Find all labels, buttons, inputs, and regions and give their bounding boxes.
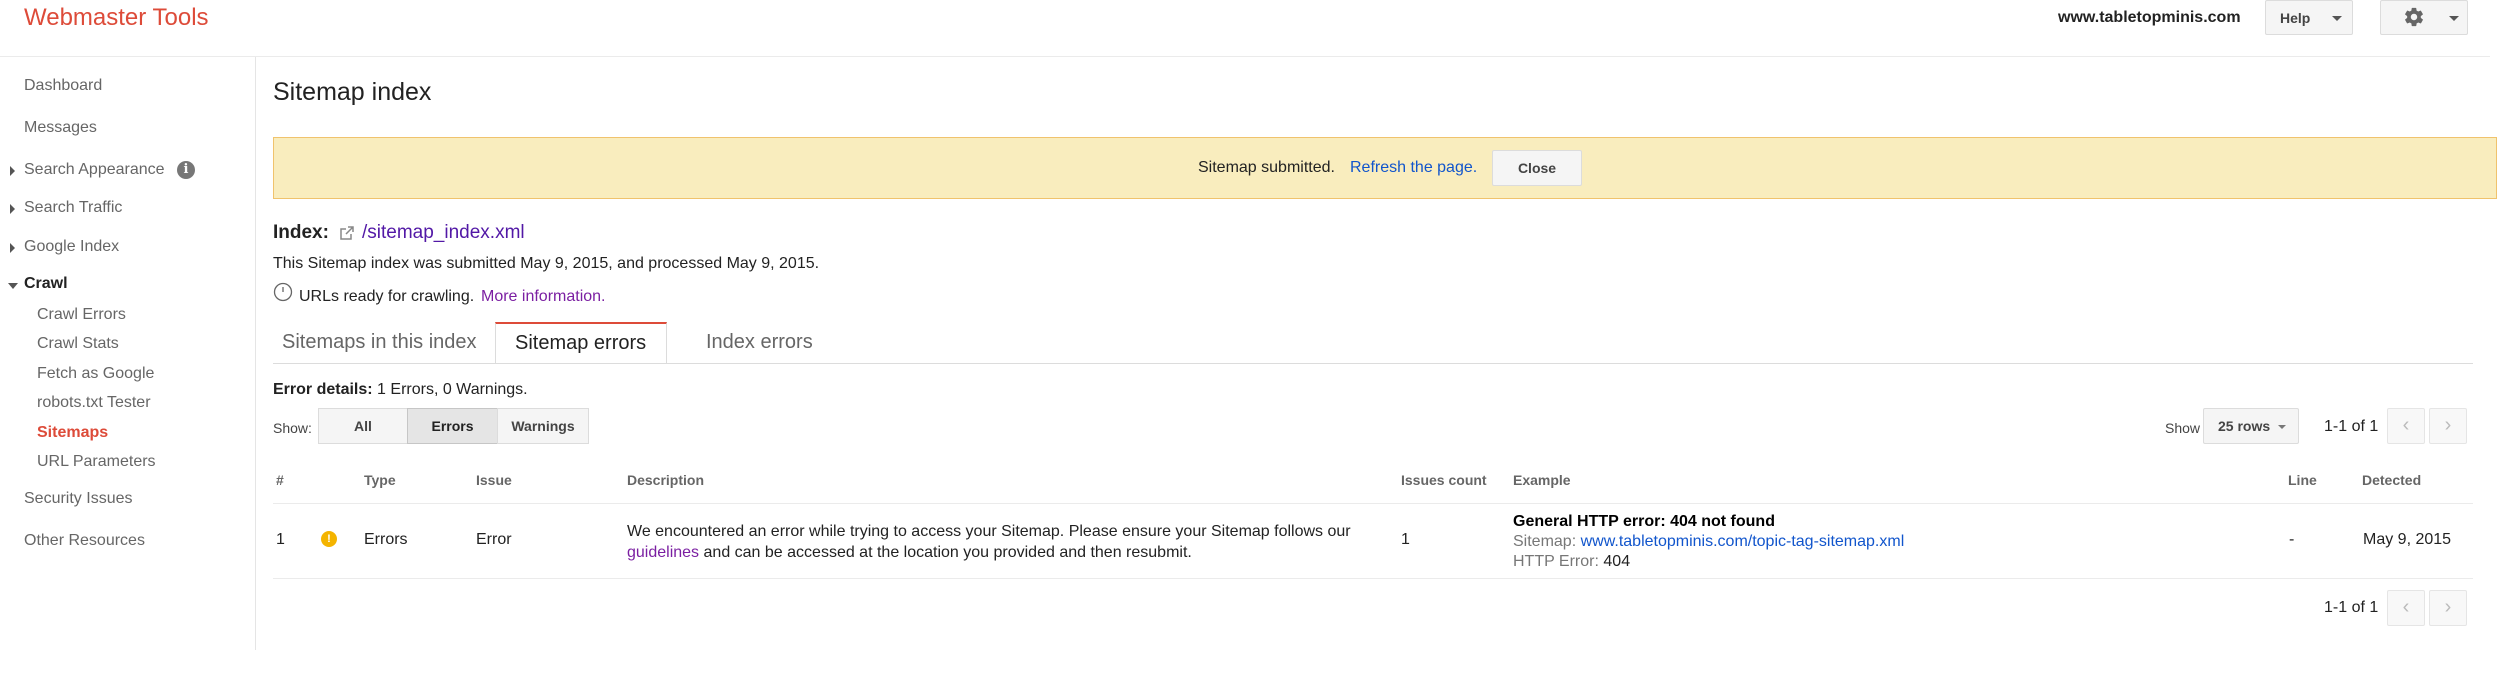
- notification-banner: Sitemap submitted. Refresh the page. Clo…: [273, 137, 2497, 199]
- row-description: We encountered an error while trying to …: [627, 521, 1387, 563]
- close-button[interactable]: Close: [1492, 150, 1582, 186]
- filter-all-button[interactable]: All: [318, 408, 408, 444]
- submitted-info: This Sitemap index was submitted May 9, …: [273, 255, 820, 272]
- sidebar-item-messages[interactable]: Messages: [24, 119, 97, 137]
- header-divider: [0, 56, 2490, 57]
- example-http-value: 404: [1603, 553, 1631, 570]
- sidebar-item-url-parameters[interactable]: URL Parameters: [37, 453, 156, 471]
- example-http-error: HTTP Error: 404: [1513, 553, 1630, 571]
- pager-count: 1-1 of 1: [2324, 418, 2379, 435]
- column-header-detected[interactable]: Detected: [2362, 472, 2421, 488]
- sidebar-item-search-appearance[interactable]: Search Appearance: [24, 161, 165, 179]
- more-information-link[interactable]: More information.: [481, 288, 606, 306]
- page-title: Sitemap index: [273, 78, 432, 106]
- info-icon[interactable]: i: [177, 161, 195, 179]
- sidebar-item-other-resources[interactable]: Other Resources: [24, 532, 145, 550]
- tab-sitemap-errors[interactable]: Sitemap errors: [515, 332, 646, 355]
- example-http-label: HTTP Error:: [1513, 553, 1599, 570]
- row-number: 1: [276, 531, 285, 548]
- sidebar: [0, 57, 256, 650]
- sidebar-item-search-traffic[interactable]: Search Traffic: [24, 199, 122, 217]
- sidebar-item-crawl[interactable]: Crawl: [24, 275, 68, 293]
- tab-index-errors[interactable]: Index errors: [706, 331, 813, 354]
- column-header-issue[interactable]: Issue: [476, 472, 512, 488]
- index-label: Index:: [273, 222, 329, 243]
- banner-message: Sitemap submitted.: [1198, 159, 1335, 176]
- expand-arrow-icon[interactable]: [10, 166, 15, 176]
- tab-sitemaps-in-index[interactable]: Sitemaps in this index: [282, 331, 477, 354]
- row-type: Errors: [364, 531, 408, 548]
- example-title: General HTTP error: 404 not found: [1513, 513, 1775, 530]
- sitemap-index-link[interactable]: /sitemap_index.xml: [362, 222, 525, 244]
- next-page-button[interactable]: ›: [2429, 408, 2467, 444]
- header-divider: [273, 503, 2473, 504]
- sidebar-item-dashboard[interactable]: Dashboard: [24, 77, 102, 95]
- error-details-label: Error details:: [273, 381, 373, 398]
- chevron-down-icon: [2449, 16, 2459, 21]
- external-link-icon[interactable]: [340, 226, 354, 240]
- column-header-description[interactable]: Description: [627, 472, 704, 488]
- rows-per-page-value: 25 rows: [2218, 418, 2271, 434]
- gear-icon: [2405, 7, 2423, 27]
- column-header-type[interactable]: Type: [364, 472, 396, 488]
- prev-page-button-bottom[interactable]: ‹: [2387, 590, 2425, 626]
- sidebar-item-google-index[interactable]: Google Index: [24, 238, 119, 256]
- expand-arrow-icon[interactable]: [10, 243, 15, 253]
- next-page-button-bottom[interactable]: ›: [2429, 590, 2467, 626]
- rows-show-label: Show: [2165, 420, 2201, 436]
- example-sitemap-link[interactable]: www.tabletopminis.com/topic-tag-sitemap.…: [1581, 533, 1905, 550]
- row-issue: Error: [476, 531, 512, 548]
- chevron-down-icon: [2278, 425, 2286, 429]
- column-header-issues-count[interactable]: Issues count: [1401, 472, 1487, 488]
- warning-icon: !: [321, 531, 337, 547]
- row-issues-count: 1: [1401, 531, 1410, 548]
- sidebar-item-crawl-stats[interactable]: Crawl Stats: [37, 335, 119, 353]
- help-button-label: Help: [2280, 10, 2311, 26]
- urls-ready-text: URLs ready for crawling.: [299, 288, 475, 305]
- guidelines-link[interactable]: guidelines: [627, 544, 699, 561]
- pager-count-bottom: 1-1 of 1: [2324, 599, 2379, 616]
- row-detected: May 9, 2015: [2363, 531, 2452, 548]
- app-logo[interactable]: Webmaster Tools: [24, 4, 209, 32]
- show-label: Show:: [273, 420, 312, 436]
- row-divider: [273, 578, 2473, 579]
- tabs-divider: [273, 363, 2473, 364]
- error-details: Error details: 1 Errors, 0 Warnings.: [273, 381, 528, 399]
- description-text-end: and can be accessed at the location you …: [703, 544, 1192, 561]
- clock-icon: [273, 282, 293, 302]
- filter-warnings-button[interactable]: Warnings: [497, 408, 589, 444]
- sidebar-item-security-issues[interactable]: Security Issues: [24, 490, 132, 508]
- example-sitemap: Sitemap: www.tabletopminis.com/topic-tag…: [1513, 533, 1904, 551]
- help-button[interactable]: Help: [2265, 0, 2353, 35]
- rows-per-page-select[interactable]: 25 rows: [2203, 408, 2299, 444]
- filter-errors-button[interactable]: Errors: [407, 408, 498, 444]
- chevron-down-icon: [2332, 16, 2342, 21]
- description-text: We encountered an error while trying to …: [627, 523, 1351, 540]
- row-line: -: [2289, 531, 2295, 548]
- example-sitemap-label: Sitemap:: [1513, 533, 1577, 550]
- expand-arrow-icon[interactable]: [10, 204, 15, 214]
- sidebar-item-crawl-errors[interactable]: Crawl Errors: [37, 306, 126, 324]
- sidebar-item-fetch-as-google[interactable]: Fetch as Google: [37, 365, 154, 383]
- error-details-value: 1 Errors, 0 Warnings.: [377, 381, 528, 398]
- settings-button[interactable]: [2380, 0, 2468, 35]
- sidebar-item-robots-tester[interactable]: robots.txt Tester: [37, 394, 151, 412]
- collapse-arrow-icon[interactable]: [8, 283, 18, 289]
- refresh-link[interactable]: Refresh the page.: [1350, 159, 1477, 177]
- sidebar-item-sitemaps[interactable]: Sitemaps: [37, 424, 108, 442]
- column-header-number[interactable]: #: [276, 472, 284, 488]
- column-header-example[interactable]: Example: [1513, 472, 1571, 488]
- site-name: www.tabletopminis.com: [2058, 9, 2241, 26]
- prev-page-button[interactable]: ‹: [2387, 408, 2425, 444]
- column-header-line[interactable]: Line: [2288, 472, 2317, 488]
